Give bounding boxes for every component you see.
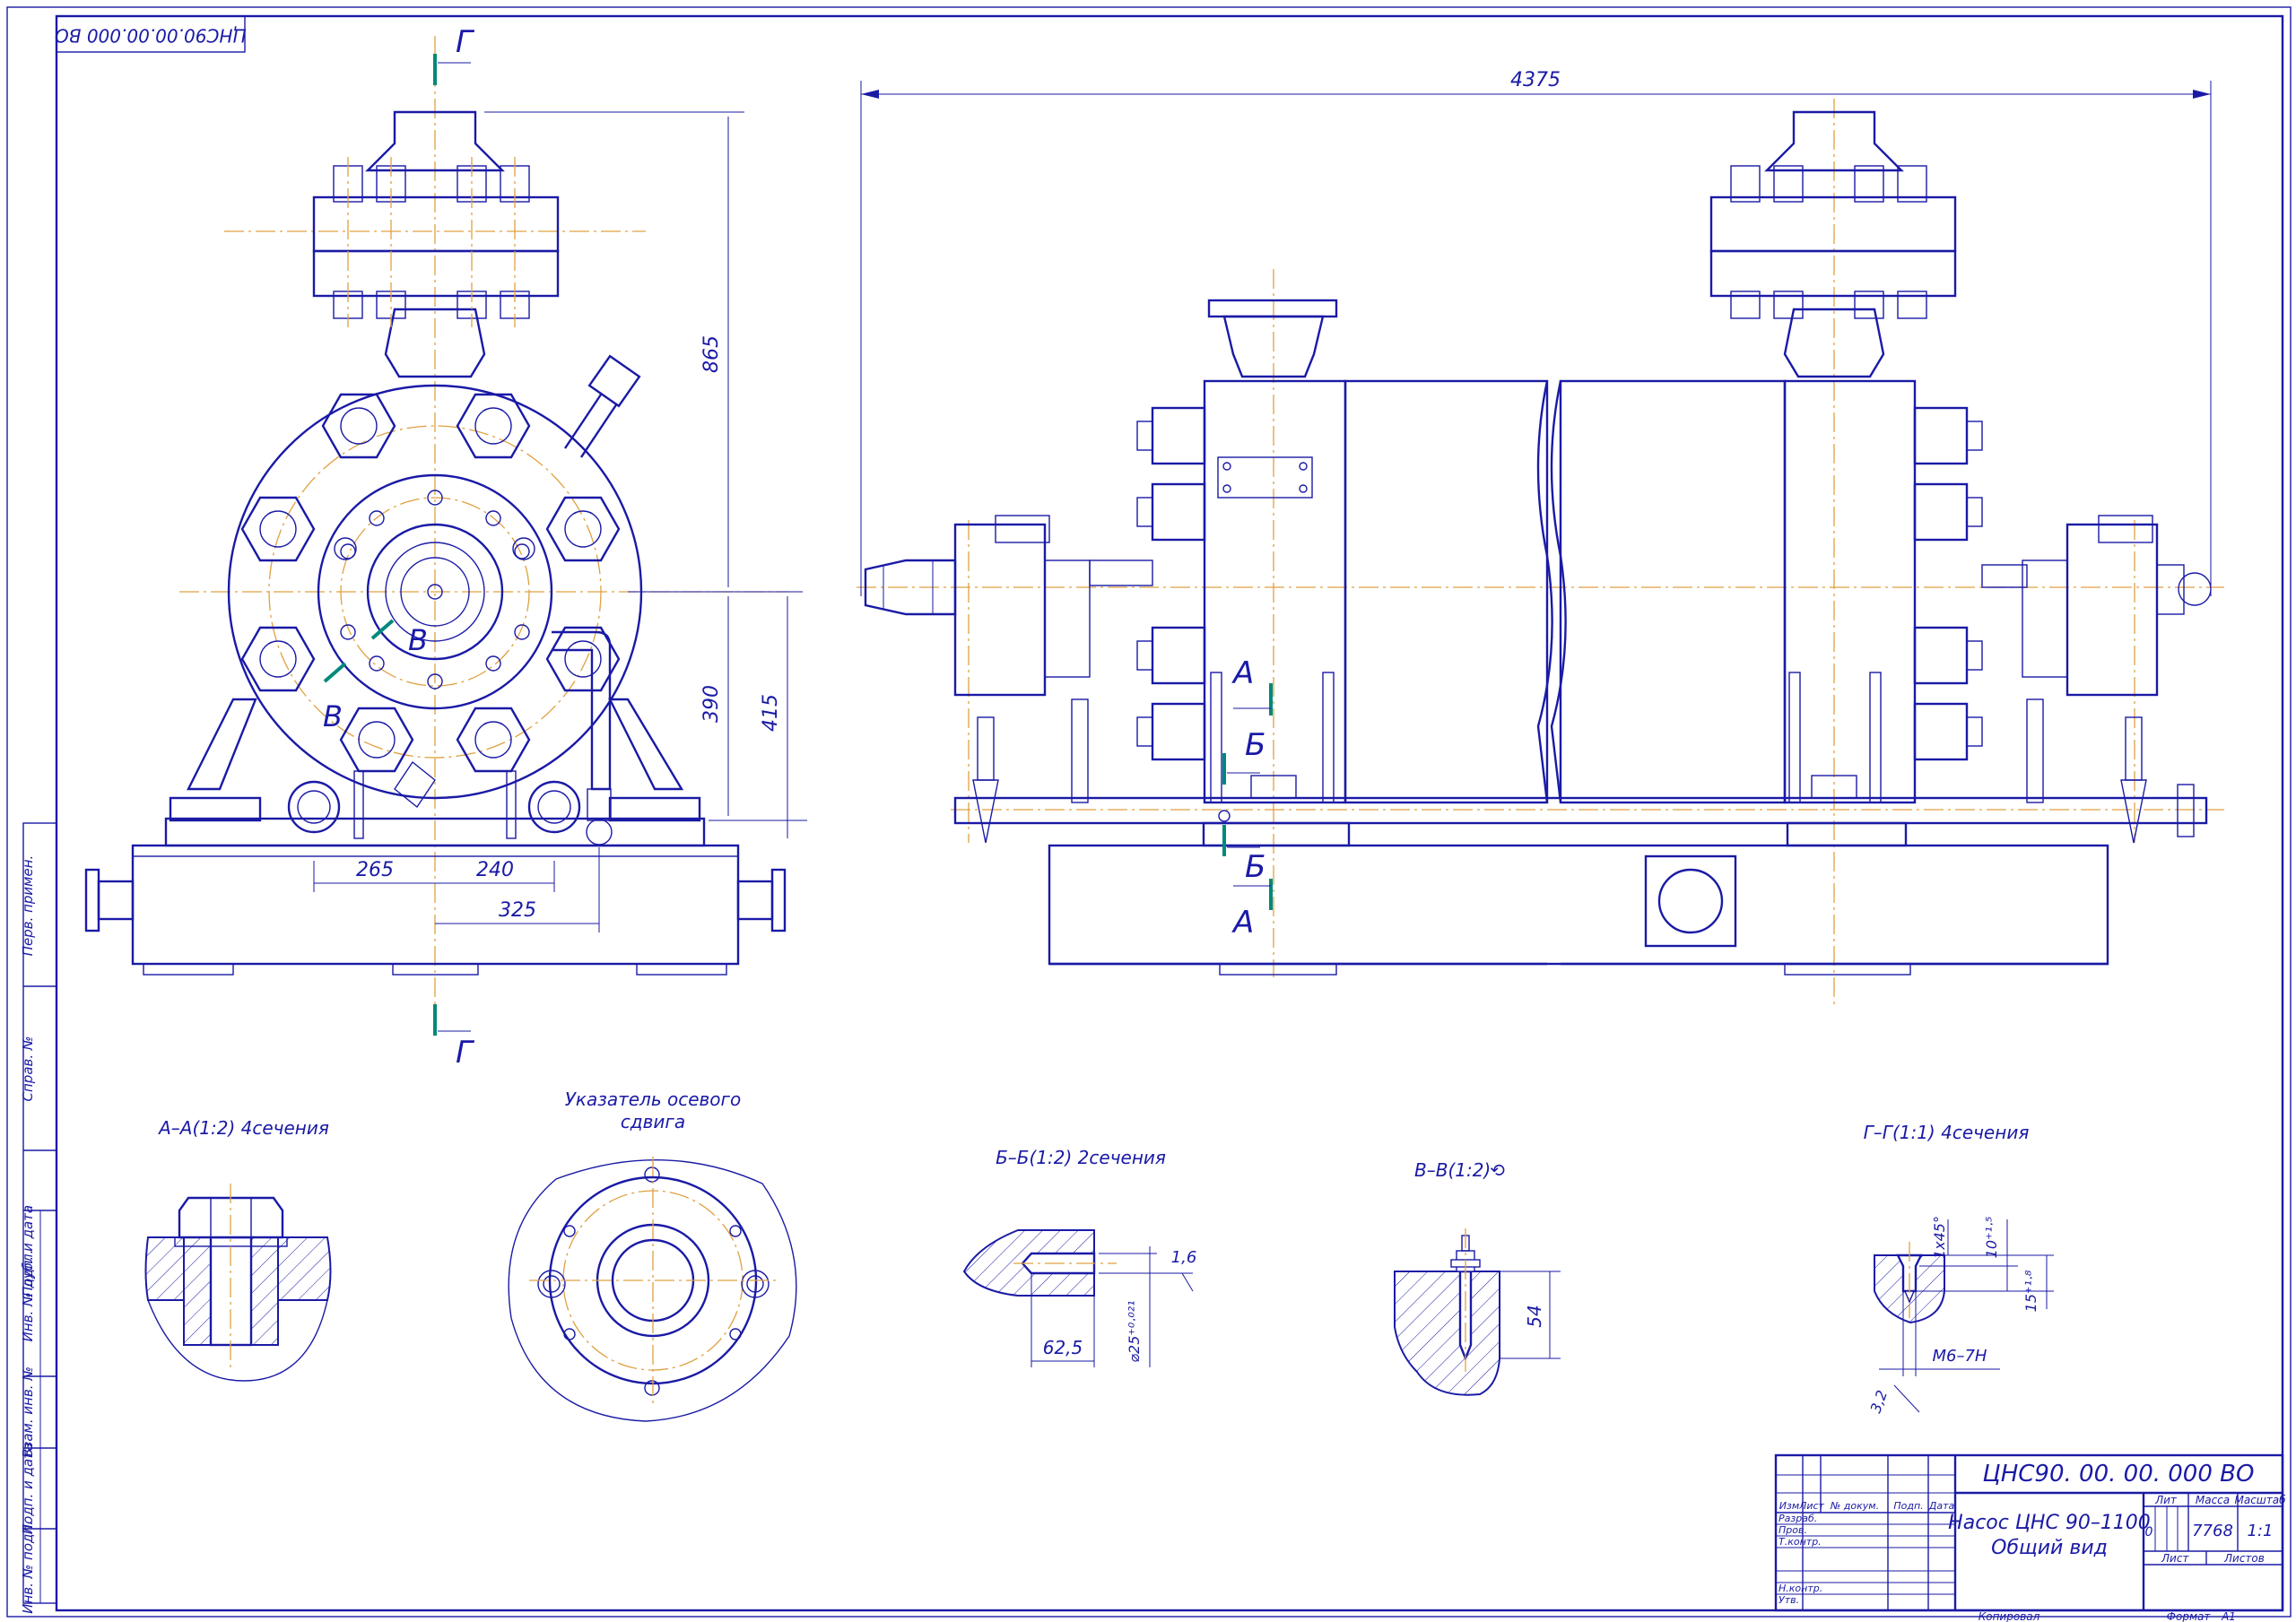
massa-value: 7768 (2192, 1522, 2233, 1540)
col-data: Дата (1928, 1500, 1955, 1512)
col-podp: Подп. (1893, 1500, 1923, 1512)
side-bolts-right (1913, 406, 1983, 761)
title-code: ЦНС90. 00. 00. 000 ВО (1983, 1461, 2255, 1488)
indicator-title-1: Указатель осевого (565, 1089, 742, 1110)
inner-frame (55, 14, 2284, 1612)
section-bb-title: Б–Б(1:2) 2сечения (996, 1147, 1166, 1168)
flange-bolts-front (333, 157, 530, 327)
depth-15: 15⁺¹·⁸ (2022, 1270, 2039, 1312)
lit-label: Лит (2154, 1494, 2178, 1506)
axial-shift-indicator: Указатель осевого сдвига (508, 1089, 797, 1422)
tie-rod-nuts (240, 393, 621, 773)
row-nkontr: Н.контр. (1779, 1583, 1822, 1594)
section-vv-title: В–В(1:2)⟲ (1414, 1159, 1506, 1181)
mark-v-1: В (408, 623, 428, 657)
lit-value: 0 (2145, 1525, 2153, 1540)
row-utv: Утв. (1779, 1594, 1799, 1606)
title-block: ЦНС90. 00. 00. 000 ВО Изм Лист № докум. … (1774, 1453, 2286, 1622)
side-label-3: Инв. № дубл. (20, 1250, 36, 1342)
side-label-1: Справ. № (20, 1037, 36, 1102)
massa-label: Масса (2196, 1494, 2230, 1506)
mark-a-top: А (1231, 655, 1254, 691)
col-list: Лист (1798, 1500, 1824, 1512)
roughness-1-6: 1,6 (1171, 1248, 1197, 1267)
row-prov: Пров. (1779, 1524, 1807, 1536)
chamfer-1x45: 1х45° (1931, 1216, 1948, 1259)
format-label: Формат (2167, 1610, 2212, 1622)
mark-b-top: Б (1245, 727, 1265, 763)
thread-m6: М6–7Н (1933, 1347, 1987, 1366)
dim-240: 240 (476, 859, 514, 881)
mark-v-2: В (323, 699, 343, 733)
mark-b-bottom: Б (1245, 849, 1265, 885)
section-aa-view: А–А(1:2) 4сечения (144, 1117, 332, 1382)
front-view: 865 390 415 265 240 325 Г Г В В (84, 24, 807, 1071)
format-value: А1 (2221, 1610, 2236, 1622)
masshtab-label: Масштаб (2234, 1494, 2286, 1506)
dim-865: 865 (700, 335, 723, 373)
list-label: Лист (2161, 1552, 2189, 1565)
side-label-5: Подп. и дата (20, 1443, 36, 1534)
section-bb-view: Б–Б(1:2) 2сечения 62,5 ⌀25⁺⁰·⁰²¹ 1,6 (962, 1147, 1197, 1367)
dim-diam-25: ⌀25⁺⁰·⁰²¹ (1126, 1300, 1143, 1362)
mark-g-top: Г (456, 24, 475, 60)
dim-265: 265 (356, 859, 394, 881)
side-strip: Перв. примен. Справ. № Подп. и дата Инв.… (20, 822, 57, 1614)
row-razrab: Разраб. (1779, 1513, 1817, 1524)
side-bolts-left (1136, 406, 1206, 761)
side-label-0: Перв. примен. (20, 855, 36, 957)
kopiroval-label: Копировал (1979, 1610, 2040, 1622)
col-izm: Изм (1779, 1500, 1799, 1512)
masshtab-value: 1:1 (2248, 1522, 2274, 1540)
mark-a-bottom: А (1231, 905, 1254, 941)
col-ndoc: № докум. (1830, 1500, 1879, 1512)
section-gg-view: Г–Г(1:1) 4сечения 1х45° 10⁺¹·⁵ 15⁺¹·⁸ М6… (1864, 1122, 2054, 1415)
top-stamp-text: ЦНС90.00.00.000 ВО (55, 25, 247, 47)
dim-62-5: 62,5 (1043, 1337, 1083, 1358)
dim-54: 54 (1524, 1305, 1545, 1327)
mark-g-bottom: Г (456, 1035, 475, 1071)
drawing-sheet: ЦНС90.00.00.000 ВО Перв. примен. Справ. … (6, 6, 2292, 1622)
dim-390: 390 (700, 685, 723, 723)
outer-frame (6, 6, 2292, 1618)
dim-4375: 4375 (1510, 69, 1561, 91)
dim-3-2: 3,2 (1867, 1388, 1892, 1415)
depth-10: 10⁺¹·⁵ (1983, 1217, 2000, 1259)
top-stamp: ЦНС90.00.00.000 ВО (55, 15, 247, 53)
side-view: 4375 А А Б Б (857, 69, 2224, 1004)
listov-label: Листов (2223, 1552, 2265, 1565)
dim-325: 325 (499, 899, 536, 922)
title-name-1: Насос ЦНС 90–1100 (1948, 1512, 2151, 1534)
row-tkontr: Т.контр. (1779, 1536, 1822, 1548)
section-gg-title: Г–Г(1:1) 4сечения (1864, 1122, 2030, 1143)
dim-415: 415 (760, 694, 782, 732)
section-aa-title: А–А(1:2) 4сечения (157, 1117, 329, 1139)
title-name-2: Общий вид (1991, 1537, 2108, 1559)
section-vv-view: В–В(1:2)⟲ 54 (1394, 1159, 1561, 1396)
indicator-title-2: сдвига (621, 1111, 685, 1132)
side-label-6: Инв. № подл. (20, 1521, 36, 1613)
